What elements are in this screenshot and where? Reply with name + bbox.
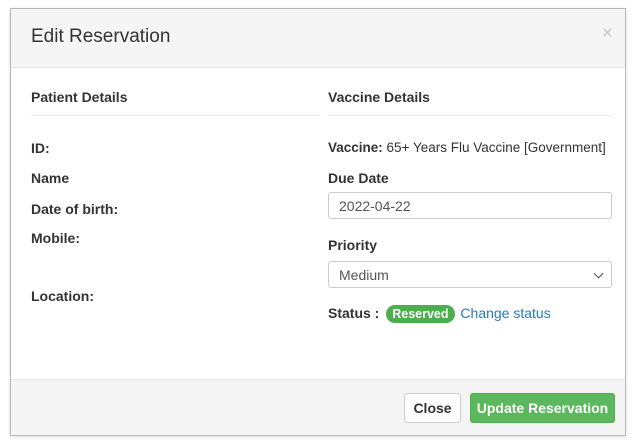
vaccine-value: 65+ Years Flu Vaccine [Government] xyxy=(382,140,606,155)
vaccine-label: Vaccine: xyxy=(328,140,383,155)
priority-label: Priority xyxy=(328,237,378,253)
vaccine-row: Vaccine: 65+ Years Flu Vaccine [Governme… xyxy=(328,140,606,155)
name-label: Name xyxy=(31,170,70,186)
status-badge: Reserved xyxy=(386,305,455,323)
dob-label: Date of birth: xyxy=(31,201,119,217)
due-date-value: 2022-04-22 xyxy=(339,198,411,214)
status-label: Status : xyxy=(328,305,380,321)
close-button[interactable]: Close xyxy=(404,393,461,423)
id-label: ID: xyxy=(31,140,50,156)
modal-title: Edit Reservation xyxy=(31,26,171,47)
edit-reservation-modal: Edit Reservation × Patient Details ID: N… xyxy=(10,8,626,436)
patient-details-heading: Patient Details xyxy=(31,89,128,105)
due-date-input[interactable]: 2022-04-22 xyxy=(328,192,612,219)
location-label: Location: xyxy=(31,288,94,304)
mobile-label: Mobile: xyxy=(31,230,80,246)
status-row: Status : Reserved Change status xyxy=(328,305,551,323)
priority-value: Medium xyxy=(339,267,389,283)
close-icon[interactable]: × xyxy=(602,23,613,45)
vaccine-details-heading: Vaccine Details xyxy=(328,89,430,105)
modal-footer: Close Update Reservation xyxy=(11,379,625,435)
vaccine-divider xyxy=(328,115,612,116)
patient-divider xyxy=(31,115,320,116)
priority-select[interactable]: Medium xyxy=(328,261,612,288)
update-reservation-button[interactable]: Update Reservation xyxy=(470,393,615,423)
modal-header: Edit Reservation × xyxy=(11,9,625,68)
chevron-down-icon xyxy=(593,268,604,279)
due-date-label: Due Date xyxy=(328,170,389,186)
change-status-link[interactable]: Change status xyxy=(460,305,550,321)
